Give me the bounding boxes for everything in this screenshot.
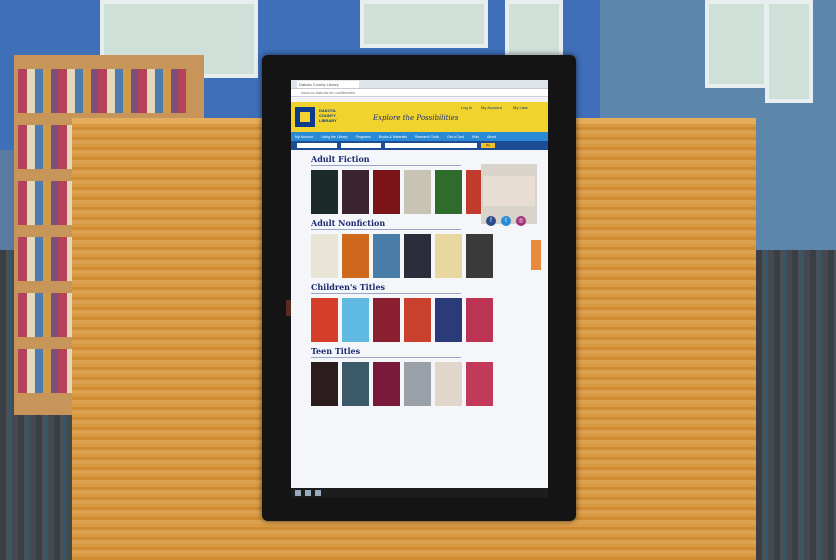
shelf-row (18, 69, 186, 113)
book-cover[interactable] (311, 298, 338, 342)
kiosk-screen[interactable]: Dakota County Library www.co.dakota.mn.u… (291, 80, 548, 498)
address-bar[interactable]: www.co.dakota.mn.us/libraries (291, 89, 548, 97)
window (765, 0, 813, 103)
twitter-icon[interactable]: t (501, 216, 511, 226)
instagram-icon[interactable]: ◎ (516, 216, 526, 226)
book-cover[interactable] (435, 362, 462, 406)
window (360, 0, 488, 48)
book-cover[interactable] (373, 170, 400, 214)
section-adult-nonfiction: Adult Nonfiction (311, 218, 548, 278)
featured-titles: f t ◎ Adult Fiction Adult Nonfiction Chi… (291, 154, 548, 406)
search-input[interactable] (385, 143, 477, 148)
book-cover[interactable] (404, 234, 431, 278)
start-icon[interactable] (295, 490, 301, 496)
facebook-icon[interactable]: f (486, 216, 496, 226)
book-carousel[interactable] (311, 362, 548, 406)
book-cover[interactable] (373, 362, 400, 406)
windows-taskbar (291, 488, 548, 498)
nav-item[interactable]: About (487, 135, 496, 139)
library-name: DAKOTA COUNTY LIBRARY (319, 108, 337, 123)
section-title: Adult Fiction (311, 154, 370, 164)
section-title: Teen Titles (311, 346, 361, 356)
book-cover[interactable] (466, 298, 493, 342)
book-cover[interactable] (435, 234, 462, 278)
book-cover[interactable] (342, 234, 369, 278)
taskbar-app-icon[interactable] (315, 490, 321, 496)
main-nav: My Account Using the Library Programs Bo… (291, 132, 548, 141)
section-divider (311, 165, 461, 166)
my-account-link[interactable]: My Account (481, 105, 502, 110)
browser-tab[interactable]: Dakota County Library (297, 81, 359, 88)
nav-item[interactable]: My Account (295, 135, 313, 139)
section-teen-titles: Teen Titles (311, 346, 548, 406)
book-cover[interactable] (311, 170, 338, 214)
book-cover[interactable] (435, 170, 462, 214)
book-cover[interactable] (404, 362, 431, 406)
book-cover[interactable] (342, 298, 369, 342)
login-link[interactable]: Log In (461, 105, 472, 110)
section-divider (311, 293, 461, 294)
nav-item[interactable]: Kids (472, 135, 479, 139)
feedback-tab[interactable] (531, 240, 541, 270)
promo-photo (483, 176, 535, 206)
section-divider (311, 229, 461, 230)
library-kiosk-photo: Dakota County Library www.co.dakota.mn.u… (0, 0, 836, 560)
book-cover[interactable] (404, 170, 431, 214)
book-cover[interactable] (466, 234, 493, 278)
book-cover[interactable] (311, 362, 338, 406)
book-cover[interactable] (342, 170, 369, 214)
window (705, 0, 768, 88)
my-lists-link[interactable]: My Lists (513, 105, 528, 110)
site-header: DAKOTA COUNTY LIBRARY Explore the Possib… (291, 102, 548, 132)
search-scope-select[interactable] (341, 143, 381, 148)
section-title: Children's Titles (311, 282, 386, 292)
book-carousel[interactable] (311, 298, 548, 342)
nav-item[interactable]: Programs (356, 135, 371, 139)
search-button[interactable]: Go (481, 143, 495, 148)
book-carousel[interactable] (311, 234, 548, 278)
book-cover[interactable] (311, 234, 338, 278)
nav-item[interactable]: Using the Library (321, 135, 347, 139)
book-cover[interactable] (373, 298, 400, 342)
site-tagline: Explore the Possibilities (373, 114, 459, 122)
promo-panel[interactable] (481, 164, 537, 224)
nav-item[interactable]: Books & Materials (379, 135, 407, 139)
search-type-select[interactable] (297, 143, 337, 148)
nav-item[interactable]: Get a Card (447, 135, 464, 139)
library-logo-icon[interactable] (295, 107, 315, 127)
book-cover[interactable] (435, 298, 462, 342)
window (505, 0, 563, 58)
section-childrens-titles: Children's Titles (311, 282, 548, 342)
nav-item[interactable]: Research Tools (415, 135, 439, 139)
catalog-search-bar: Go (291, 141, 548, 150)
book-cover[interactable] (404, 298, 431, 342)
browser-tab-bar: Dakota County Library (291, 80, 548, 89)
book-cover[interactable] (342, 362, 369, 406)
book-cover[interactable] (466, 362, 493, 406)
section-divider (311, 357, 461, 358)
book-cover[interactable] (373, 234, 400, 278)
taskbar-app-icon[interactable] (305, 490, 311, 496)
